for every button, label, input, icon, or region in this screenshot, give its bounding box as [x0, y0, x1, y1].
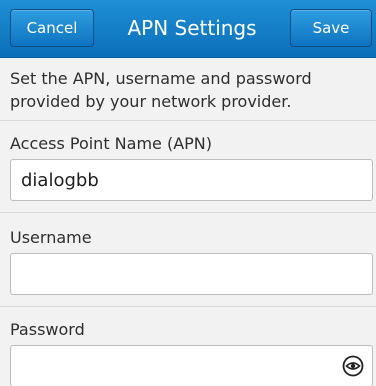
apn-label: Access Point Name (APN)	[10, 134, 213, 153]
username-input[interactable]	[10, 253, 373, 295]
title-bar: Cancel APN Settings Save	[0, 0, 376, 58]
divider	[0, 306, 376, 307]
divider	[0, 212, 376, 213]
username-label: Username	[10, 228, 92, 247]
show-password-toggle[interactable]	[340, 353, 366, 379]
page-title: APN Settings	[127, 16, 257, 40]
eye-icon	[342, 355, 364, 377]
password-label: Password	[10, 320, 85, 339]
save-button[interactable]: Save	[290, 9, 372, 47]
divider	[0, 120, 376, 121]
instructions-text: Set the APN, username and password provi…	[10, 69, 312, 111]
password-input[interactable]	[10, 345, 373, 386]
cancel-button[interactable]: Cancel	[10, 9, 94, 47]
apn-input[interactable]	[10, 159, 373, 201]
